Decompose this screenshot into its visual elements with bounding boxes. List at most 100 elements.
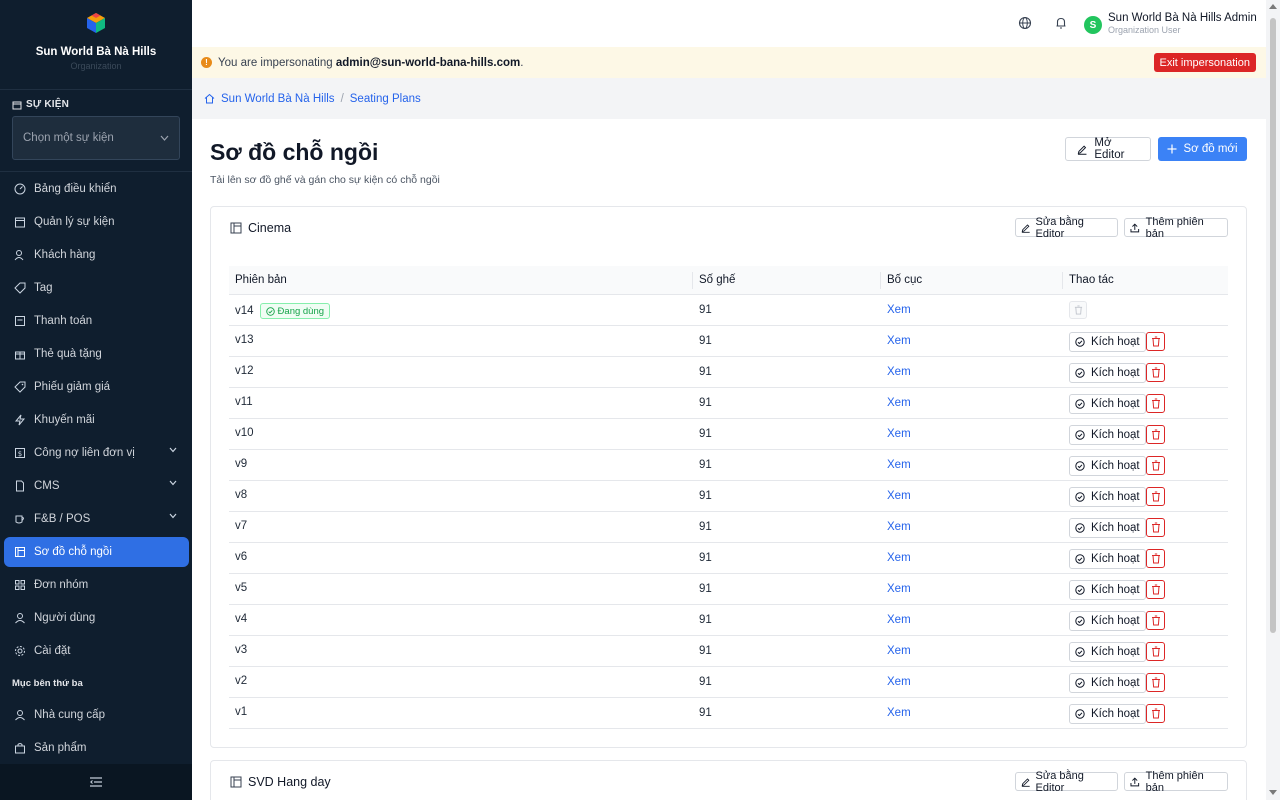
view-layout-link[interactable]: Xem	[887, 521, 911, 533]
activate-button[interactable]: Kích hoạt	[1069, 394, 1146, 414]
activate-button[interactable]: Kích hoạt	[1069, 332, 1146, 352]
layout-icon	[15, 547, 25, 557]
seat-count: 91	[699, 397, 712, 409]
sidebar-item-settings[interactable]: Cài đặt	[4, 636, 189, 666]
avatar[interactable]: S	[1084, 16, 1102, 34]
trash-icon	[1151, 615, 1160, 626]
activate-button[interactable]: Kích hoạt	[1069, 363, 1146, 383]
delete-button[interactable]	[1146, 549, 1165, 568]
view-layout-link[interactable]: Xem	[887, 583, 911, 595]
check-circle-icon	[1075, 492, 1085, 502]
sidebar-item-label: Nhà cung cấp	[34, 709, 105, 721]
card-title: SVD Hang day	[230, 775, 331, 789]
exit-impersonation-button[interactable]: Exit impersonation	[1153, 53, 1256, 72]
view-layout-link[interactable]: Xem	[887, 428, 911, 440]
open-editor-button[interactable]: Mở Editor	[1065, 137, 1151, 161]
table-row: v6 91 Xem Kích hoạt	[229, 543, 1228, 574]
activate-button[interactable]: Kích hoạt	[1069, 487, 1146, 507]
add-version-button[interactable]: Thêm phiên bản	[1124, 770, 1228, 794]
sidebar-item-label: Công nợ liên đơn vị	[34, 447, 135, 459]
version-cell: v7	[235, 520, 247, 532]
events-section-title: SỰ KIỆN	[12, 99, 69, 110]
sidebar-item-coupons[interactable]: Phiếu giảm giá	[4, 372, 189, 402]
delete-button[interactable]	[1146, 332, 1165, 351]
view-layout-link[interactable]: Xem	[887, 459, 911, 471]
delete-button[interactable]	[1146, 487, 1165, 506]
sidebar-item-cms[interactable]: CMS	[4, 471, 189, 501]
card-title-text: Cinema	[248, 221, 292, 235]
scroll-up-arrow[interactable]	[1269, 4, 1277, 9]
scroll-down-arrow[interactable]	[1269, 790, 1277, 795]
sidebar-item-group-orders[interactable]: Đơn nhóm	[4, 570, 189, 600]
delete-button[interactable]	[1146, 456, 1165, 475]
sidebar-item-dashboard[interactable]: Bảng điều khiển	[4, 174, 189, 204]
sidebar-item-gift-cards[interactable]: Thẻ quà tặng	[4, 339, 189, 369]
add-version-label: Thêm phiên bản	[1145, 215, 1204, 240]
breadcrumb-home-link[interactable]: Sun World Bà Nà Hills	[221, 93, 335, 105]
chevron-down-icon	[160, 135, 169, 141]
view-layout-link[interactable]: Xem	[887, 645, 911, 657]
sidebar-item-fnb-pos[interactable]: F&B / POS	[4, 504, 189, 534]
trash-icon	[1151, 336, 1160, 347]
sidebar-collapse-button[interactable]	[0, 764, 192, 800]
view-layout-link[interactable]: Xem	[887, 304, 911, 316]
delete-button[interactable]	[1146, 363, 1165, 382]
add-version-button[interactable]: Thêm phiên bản	[1124, 215, 1228, 240]
activate-button[interactable]: Kích hoạt	[1069, 673, 1146, 693]
activate-button[interactable]: Kích hoạt	[1069, 425, 1146, 445]
sidebar-item-events[interactable]: Quản lý sự kiện	[4, 207, 189, 237]
activate-label: Kích hoạt	[1091, 522, 1140, 534]
activate-button[interactable]: Kích hoạt	[1069, 518, 1146, 538]
bell-icon[interactable]	[1054, 16, 1068, 30]
sidebar-item-suppliers[interactable]: Nhà cung cấp	[4, 700, 189, 730]
trash-icon	[1151, 367, 1160, 378]
sidebar-item-seating-plans[interactable]: Sơ đồ chỗ ngồi	[4, 537, 189, 567]
delete-button[interactable]	[1146, 704, 1165, 723]
delete-button[interactable]	[1146, 394, 1165, 413]
page-scrollbar[interactable]	[1266, 0, 1280, 800]
view-layout-link[interactable]: Xem	[887, 707, 911, 719]
view-layout-link[interactable]: Xem	[887, 335, 911, 347]
breadcrumb-current[interactable]: Seating Plans	[350, 93, 421, 105]
sidebar-item-customers[interactable]: Khách hàng	[4, 240, 189, 270]
sidebar-item-products[interactable]: Sản phẩm	[4, 733, 189, 763]
view-layout-link[interactable]: Xem	[887, 552, 911, 564]
sidebar-item-promotions[interactable]: Khuyến mãi	[4, 405, 189, 435]
new-plan-button[interactable]: Sơ đồ mới	[1158, 137, 1247, 161]
sidebar-item-tag[interactable]: Tag	[4, 273, 189, 303]
view-layout-link[interactable]: Xem	[887, 490, 911, 502]
user-name[interactable]: Sun World Bà Nà Hills Admin	[1108, 12, 1257, 24]
version-label: v4	[235, 613, 248, 625]
activate-button[interactable]: Kích hoạt	[1069, 642, 1146, 662]
column-header-layout: Bố cục	[887, 274, 923, 286]
activate-button[interactable]: Kích hoạt	[1069, 704, 1146, 724]
delete-button[interactable]	[1146, 611, 1165, 630]
event-select[interactable]: Chọn một sự kiện	[12, 116, 180, 160]
edit-with-editor-button[interactable]: Sửa bằng Editor	[1015, 770, 1118, 794]
globe-icon[interactable]	[1018, 16, 1032, 30]
activate-button[interactable]: Kích hoạt	[1069, 549, 1146, 569]
version-label: v14	[235, 305, 254, 317]
version-label: v13	[235, 334, 254, 346]
scroll-thumb[interactable]	[1270, 18, 1276, 633]
view-layout-link[interactable]: Xem	[887, 397, 911, 409]
trash-icon	[1151, 677, 1160, 688]
view-layout-link[interactable]: Xem	[887, 366, 911, 378]
sidebar-divider	[0, 171, 192, 172]
sidebar-item-payment[interactable]: Thanh toán	[4, 306, 189, 336]
view-layout-link[interactable]: Xem	[887, 614, 911, 626]
activate-button[interactable]: Kích hoạt	[1069, 456, 1146, 476]
delete-button[interactable]	[1146, 425, 1165, 444]
cup-icon	[15, 515, 24, 524]
activate-button[interactable]: Kích hoạt	[1069, 580, 1146, 600]
view-layout-link[interactable]: Xem	[887, 676, 911, 688]
sidebar-item-debts[interactable]: $ Công nợ liên đơn vị	[4, 438, 189, 468]
activate-button[interactable]: Kích hoạt	[1069, 611, 1146, 631]
delete-button[interactable]	[1146, 673, 1165, 692]
delete-button[interactable]	[1146, 642, 1165, 661]
warning-icon: !	[201, 57, 212, 68]
delete-button[interactable]	[1146, 518, 1165, 537]
sidebar-item-users[interactable]: Người dùng	[4, 603, 189, 633]
delete-button[interactable]	[1146, 580, 1165, 599]
edit-with-editor-button[interactable]: Sửa bằng Editor	[1015, 216, 1118, 240]
